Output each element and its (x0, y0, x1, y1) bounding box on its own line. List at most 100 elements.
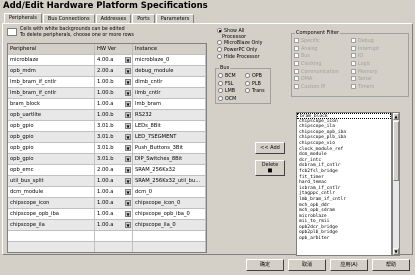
checkbox-dma[interactable]: DMA (294, 76, 312, 83)
version-dropdown-icon[interactable]: ▼ (125, 156, 131, 162)
version-dropdown-icon[interactable]: ▼ (125, 90, 131, 96)
version-dropdown-icon[interactable]: ▼ (125, 200, 131, 206)
checkbox-clocking[interactable]: Clocking (294, 61, 321, 68)
checkbox-interrupt[interactable]: Interrupt (351, 46, 379, 53)
cell-instance[interactable] (133, 242, 206, 252)
version-dropdown-icon[interactable]: ▼ (125, 79, 131, 85)
table-row[interactable]: dcm_module 1.00.a dcm_0 ▼ (8, 187, 206, 198)
cell-instance[interactable]: LEDs_8Bit (133, 121, 206, 132)
version-dropdown-icon[interactable]: ▼ (125, 167, 131, 173)
ok-button[interactable]: 确定 (246, 259, 284, 271)
version-dropdown-icon[interactable]: ▼ (125, 57, 131, 63)
peripheral-table[interactable]: Peripheral HW Ver Instance microblaze 4.0… (7, 43, 207, 253)
cell-instance[interactable]: dcm_0 (133, 187, 206, 198)
cell-hw-ver[interactable] (95, 242, 133, 252)
cell-instance[interactable]: microblaze_0 (133, 55, 206, 66)
column-header-instance[interactable]: Instance (133, 44, 206, 55)
cell-instance[interactable]: chipscope_ila_0 (133, 220, 206, 231)
table-row[interactable]: opb_gpio 3.01.b LEDs_8Bit ▼ (8, 121, 206, 132)
column-header-peripheral[interactable]: Peripheral (8, 44, 95, 55)
radio-bus-trans[interactable]: Trans (245, 88, 265, 95)
radio-microblaze-only[interactable]: MicroBlaze Only (217, 40, 262, 47)
cell-instance[interactable]: dlmb_cntlr (133, 77, 206, 88)
table-row[interactable]: lmb_bram_if_cntlr 1.00.b ilmb_cntlr ▼ (8, 88, 206, 99)
radio-bus-plb[interactable]: PLB (245, 81, 261, 88)
cell-instance[interactable]: Push_Buttons_3Bit (133, 143, 206, 154)
checkbox-communication[interactable]: Communication (294, 69, 339, 76)
tab-parameters[interactable]: Parameters (155, 14, 195, 23)
cell-instance[interactable]: ilmb_cntlr (133, 88, 206, 99)
cell-hw-ver[interactable] (95, 231, 133, 242)
radio-bus-fsl[interactable]: FSL (218, 81, 233, 88)
checkbox-logic[interactable]: Logic (351, 61, 371, 68)
checkbox-custom-ip[interactable]: Custom IP (294, 84, 325, 91)
table-row[interactable]: opb_mdm 2.00.a debug_module ▼ (8, 66, 206, 77)
version-dropdown-icon[interactable]: ▼ (125, 189, 131, 195)
table-row[interactable]: opb_gpio 3.01.b Push_Buttons_3Bit ▼ (8, 143, 206, 154)
add-button[interactable]: << Add (255, 142, 285, 154)
version-dropdown-icon[interactable]: ▼ (125, 222, 131, 228)
checkbox-serial[interactable]: Serial (351, 76, 372, 83)
scroll-thumb[interactable] (393, 121, 399, 181)
cancel-button[interactable]: 取消 (288, 259, 326, 271)
radio-bus-lmb[interactable]: LMB (218, 88, 235, 95)
list-item[interactable]: opb_arbiter (297, 236, 391, 242)
table-row[interactable] (8, 231, 206, 242)
table-row[interactable]: microblaze 4.00.a microblaze_0 ▼ (8, 55, 206, 66)
radio-bus-opb[interactable]: OPB (245, 73, 262, 80)
table-row[interactable]: bram_block 1.00.a lmb_bram ▼ (8, 99, 206, 110)
cell-instance[interactable]: SRAM_256Kx32_util_bu... (133, 176, 206, 187)
table-row[interactable]: chipscope_icon 1.00.a chipscope_icon_0 ▼ (8, 198, 206, 209)
cell-instance[interactable]: LED_7SEGMENT (133, 132, 206, 143)
table-row[interactable]: chipscope_opb_iba 1.00.a chipscope_opb_iba… (8, 209, 206, 220)
column-header-hw-ver[interactable]: HW Ver (95, 44, 133, 55)
checkbox-analog[interactable]: Analog (294, 46, 318, 53)
radio-hide-processor[interactable]: Hide Processor (217, 54, 260, 61)
cell-peripheral: opb_gpio (8, 132, 95, 143)
delete-button[interactable]: Delete ◼ (255, 160, 285, 176)
table-row[interactable] (8, 242, 206, 252)
table-row[interactable]: opb_uartlite 1.00.b RS232 ▼ (8, 110, 206, 121)
version-dropdown-icon[interactable]: ▼ (125, 101, 131, 107)
scroll-down-arrow-icon[interactable]: ▼ (393, 248, 399, 255)
table-row[interactable]: opb_gpio 3.01.b DIP_Switches_8Bit ▼ (8, 154, 206, 165)
table-row[interactable]: opb_gpio 3.01.b LED_7SEGMENT ▼ (8, 132, 206, 143)
radio-bus-ocm[interactable]: OCM (218, 96, 236, 103)
table-row[interactable]: util_bus_split 1.00.a SRAM_256Kx32_util_bu… (8, 176, 206, 187)
version-dropdown-icon[interactable]: ▼ (125, 123, 131, 129)
tab-bus-connections[interactable]: Bus Connections (42, 14, 95, 23)
version-dropdown-icon[interactable]: ▼ (125, 178, 131, 184)
cell-instance[interactable]: RS232 (133, 110, 206, 121)
available-peripherals-list[interactable]: bram_block chipscope_icon chipscope_ila chi… (296, 112, 392, 256)
version-dropdown-icon[interactable]: ▼ (125, 145, 131, 151)
version-dropdown-icon[interactable]: ▼ (125, 112, 131, 118)
version-dropdown-icon[interactable]: ▼ (125, 211, 131, 217)
checkbox-io[interactable]: IO (351, 53, 363, 60)
checkbox-bus[interactable]: Bus (294, 53, 310, 60)
radio-bus-bcm[interactable]: BCM (218, 73, 236, 80)
table-row[interactable]: lmb_bram_if_cntlr 1.00.b dlmb_cntlr ▼ (8, 77, 206, 88)
cell-instance[interactable]: chipscope_opb_iba_0 (133, 209, 206, 220)
apply-button[interactable]: 应用(A) (330, 259, 368, 271)
table-row[interactable]: opb_emc 2.00.a SRAM_256Kx32 ▼ (8, 165, 206, 176)
cell-instance[interactable]: chipscope_icon_0 (133, 198, 206, 209)
radio-powerpc-only[interactable]: PowerPC Only (217, 47, 257, 54)
tab-ports[interactable]: Ports (132, 14, 155, 23)
version-dropdown-icon[interactable]: ▼ (125, 68, 131, 74)
scroll-up-arrow-icon[interactable]: ▲ (393, 113, 399, 120)
checkbox-specific[interactable]: Specific (294, 38, 320, 45)
cell-instance[interactable] (133, 231, 206, 242)
checkbox-debug[interactable]: Debug (351, 38, 374, 45)
table-row[interactable]: chipscope_ila 1.00.a chipscope_ila_0 ▼ (8, 220, 206, 231)
cell-instance[interactable]: DIP_Switches_8Bit (133, 154, 206, 165)
checkbox-memory[interactable]: Memory (351, 69, 378, 76)
version-dropdown-icon[interactable]: ▼ (125, 134, 131, 140)
cell-instance[interactable]: debug_module (133, 66, 206, 77)
cell-instance[interactable]: lmb_bram (133, 99, 206, 110)
list-scrollbar[interactable]: ▲ ▼ (392, 112, 400, 256)
checkbox-timers[interactable]: Timers (351, 84, 374, 91)
tab-peripherals[interactable]: Peripherals (4, 13, 42, 23)
cell-instance[interactable]: SRAM_256Kx32 (133, 165, 206, 176)
tab-addresses[interactable]: Addresses (95, 14, 132, 23)
help-button[interactable]: 帮助 (372, 259, 410, 271)
